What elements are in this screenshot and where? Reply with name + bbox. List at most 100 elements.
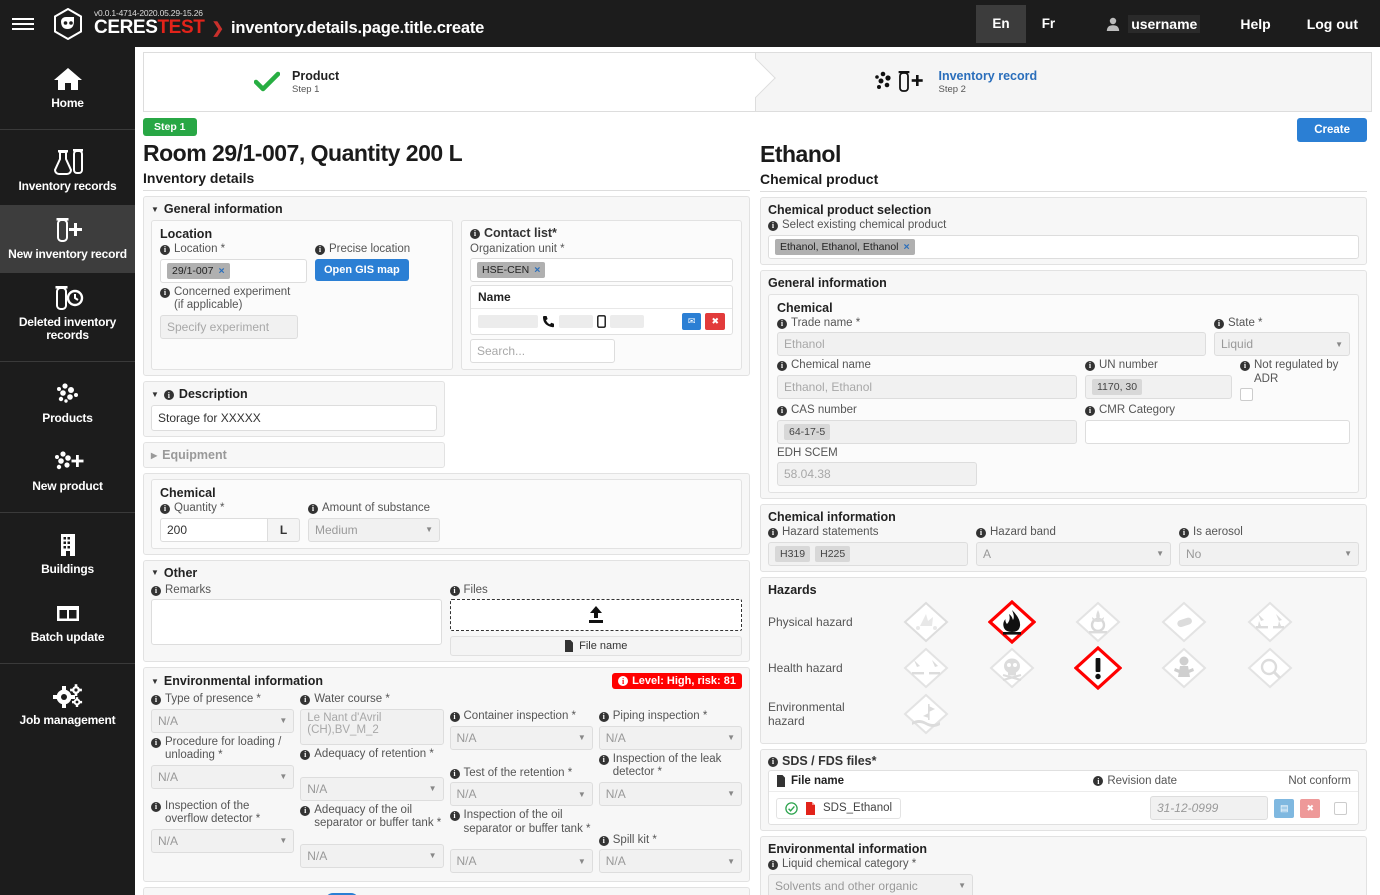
info-icon[interactable]: i bbox=[449, 712, 460, 722]
step-2-title[interactable]: Inventory record bbox=[939, 69, 1038, 84]
info-icon[interactable]: i bbox=[777, 361, 787, 371]
info-icon[interactable]: i bbox=[598, 754, 609, 765]
info-icon[interactable]: i bbox=[449, 768, 460, 779]
environmental-information-header[interactable]: ▼ Environmental information i Level: Hig… bbox=[151, 673, 742, 689]
info-icon[interactable]: i bbox=[300, 749, 311, 760]
chemical-product-select[interactable]: Ethanol, Ethanol, Ethanol × bbox=[768, 234, 1359, 259]
description-input[interactable]: Storage for XXXXX bbox=[151, 405, 437, 431]
env-select[interactable]: N/A ▼ bbox=[300, 776, 444, 801]
water-course-input[interactable]: Le Nant d'Avril (CH),BV_M_2 bbox=[300, 708, 444, 745]
env-select[interactable]: N/A ▼ bbox=[151, 708, 295, 733]
hamburger-icon[interactable] bbox=[0, 15, 46, 33]
sidebar-item-deleted-inventory-records[interactable]: Deleted inventory records bbox=[0, 273, 135, 354]
trade-name-input[interactable]: Ethanol bbox=[777, 332, 1206, 356]
adr-checkbox[interactable] bbox=[1240, 388, 1253, 401]
sidebar-item-new-product[interactable]: New product bbox=[0, 437, 135, 505]
sidebar-item-batch-update[interactable]: Batch update bbox=[0, 588, 135, 656]
env-select[interactable]: N/A ▼ bbox=[449, 849, 593, 873]
file-dropzone[interactable] bbox=[449, 599, 742, 631]
info-icon[interactable]: i bbox=[449, 585, 460, 596]
env-select[interactable]: N/A ▼ bbox=[598, 725, 742, 750]
info-icon[interactable]: i bbox=[598, 835, 609, 846]
contact-search-input[interactable]: Search... bbox=[470, 339, 615, 363]
info-icon[interactable]: i bbox=[300, 695, 311, 705]
info-icon[interactable]: i bbox=[1085, 406, 1095, 416]
env-select[interactable]: N/A ▼ bbox=[598, 849, 742, 873]
ghs-serious-health-icon[interactable] bbox=[1246, 646, 1294, 690]
calendar-icon[interactable]: ▤ bbox=[1273, 798, 1295, 818]
info-icon[interactable]: i bbox=[976, 528, 986, 538]
ghs-corrosive-health-icon[interactable] bbox=[902, 646, 950, 690]
ghs-gas-cylinder-icon[interactable] bbox=[1160, 600, 1208, 644]
ghs-corrosive-icon[interactable] bbox=[1246, 600, 1294, 644]
chemical-name-input[interactable]: Ethanol, Ethanol bbox=[777, 374, 1077, 399]
info-icon[interactable]: i bbox=[1085, 361, 1095, 371]
close-icon[interactable]: ✖ bbox=[1300, 798, 1320, 818]
cmr-input[interactable] bbox=[1085, 419, 1350, 444]
info-icon[interactable]: i bbox=[1179, 528, 1189, 538]
info-icon[interactable]: i bbox=[598, 712, 609, 722]
info-icon[interactable]: i bbox=[768, 528, 778, 538]
sds-revision-date-input[interactable]: 31-12-0999 bbox=[1149, 796, 1268, 820]
sidebar-item-new-inventory-record[interactable]: New inventory record bbox=[0, 205, 135, 273]
ghs-toxic-skull-icon[interactable] bbox=[988, 646, 1036, 690]
env-select[interactable]: N/A ▼ bbox=[449, 782, 593, 806]
info-icon[interactable]: i bbox=[768, 221, 778, 231]
env-select[interactable]: N/A ▼ bbox=[449, 725, 593, 750]
open-gis-map-button[interactable]: Open GIS map bbox=[314, 258, 409, 281]
other-header[interactable]: ▼ Other bbox=[151, 566, 742, 580]
un-number-input[interactable]: 1170, 30 bbox=[1085, 374, 1232, 399]
info-icon[interactable]: i bbox=[160, 504, 170, 514]
lang-fr-button[interactable]: Fr bbox=[1026, 5, 1072, 43]
brand-logo-text[interactable]: CERESTEST bbox=[94, 17, 205, 39]
sidebar-item-buildings[interactable]: Buildings bbox=[0, 520, 135, 588]
env-select[interactable]: N/A ▼ bbox=[300, 843, 444, 868]
quantity-input[interactable]: 200 bbox=[160, 517, 268, 542]
remove-tag-icon[interactable]: × bbox=[218, 265, 224, 277]
remove-tag-icon[interactable]: × bbox=[534, 264, 540, 276]
liquid-category-select[interactable]: Solvents and other organic ▼ bbox=[768, 873, 973, 895]
help-link[interactable]: Help bbox=[1222, 16, 1288, 32]
org-unit-input[interactable]: HSE-CEN × bbox=[470, 258, 733, 282]
equipment-panel[interactable]: ▶ Equipment bbox=[143, 442, 445, 468]
info-icon[interactable]: i bbox=[151, 585, 161, 596]
ghs-exclamation-icon[interactable] bbox=[1074, 645, 1122, 690]
hazard-statements-input[interactable]: H319 H225 bbox=[768, 541, 968, 566]
lang-en-button[interactable]: En bbox=[976, 4, 1026, 43]
env-select[interactable]: N/A ▼ bbox=[598, 781, 742, 806]
sidebar-item-inventory-records[interactable]: Inventory records bbox=[0, 137, 135, 205]
info-icon[interactable]: i bbox=[470, 229, 480, 239]
state-select[interactable]: Liquid ▼ bbox=[1214, 332, 1350, 356]
sidebar-item-products[interactable]: Products bbox=[0, 369, 135, 437]
remove-tag-icon[interactable]: × bbox=[904, 241, 910, 253]
info-icon[interactable]: i bbox=[449, 811, 460, 821]
info-icon[interactable]: i bbox=[151, 695, 161, 705]
step-2-inventory-record[interactable]: Inventory record Step 2 bbox=[755, 52, 1372, 112]
env-select[interactable]: N/A ▼ bbox=[151, 828, 295, 853]
user-menu[interactable]: username bbox=[1105, 14, 1201, 33]
ghs-health-hazard-icon[interactable] bbox=[1160, 646, 1208, 690]
info-icon[interactable]: i bbox=[314, 245, 325, 255]
info-icon[interactable]: i bbox=[768, 860, 778, 870]
info-icon[interactable]: i bbox=[777, 318, 787, 329]
is-aerosol-select[interactable]: No ▼ bbox=[1179, 541, 1359, 566]
info-icon[interactable]: i bbox=[308, 504, 318, 514]
sidebar-item-job-management[interactable]: Job management bbox=[0, 671, 135, 739]
hazard-band-select[interactable]: A ▼ bbox=[976, 541, 1171, 566]
general-information-header[interactable]: ▼ General information bbox=[151, 202, 742, 216]
step-1-product[interactable]: Product Step 1 bbox=[143, 52, 776, 112]
envelope-icon[interactable]: ✉ bbox=[681, 313, 702, 330]
remarks-textarea[interactable] bbox=[151, 599, 442, 645]
sds-not-conform-checkbox[interactable] bbox=[1334, 801, 1347, 815]
env-select[interactable]: N/A ▼ bbox=[151, 764, 295, 789]
info-icon[interactable]: i bbox=[151, 737, 161, 748]
sidebar-item-home[interactable]: Home bbox=[0, 54, 135, 122]
equipment-header[interactable]: ▶ Equipment bbox=[151, 448, 437, 462]
info-icon[interactable]: i bbox=[160, 245, 170, 255]
info-icon[interactable]: i bbox=[1214, 318, 1224, 329]
close-icon[interactable]: ✖ bbox=[705, 313, 725, 330]
info-icon[interactable]: i bbox=[163, 390, 174, 400]
ghs-flammable-icon[interactable] bbox=[988, 599, 1036, 644]
info-icon[interactable]: i bbox=[300, 805, 311, 816]
edh-input[interactable]: 58.04.38 bbox=[777, 462, 977, 486]
